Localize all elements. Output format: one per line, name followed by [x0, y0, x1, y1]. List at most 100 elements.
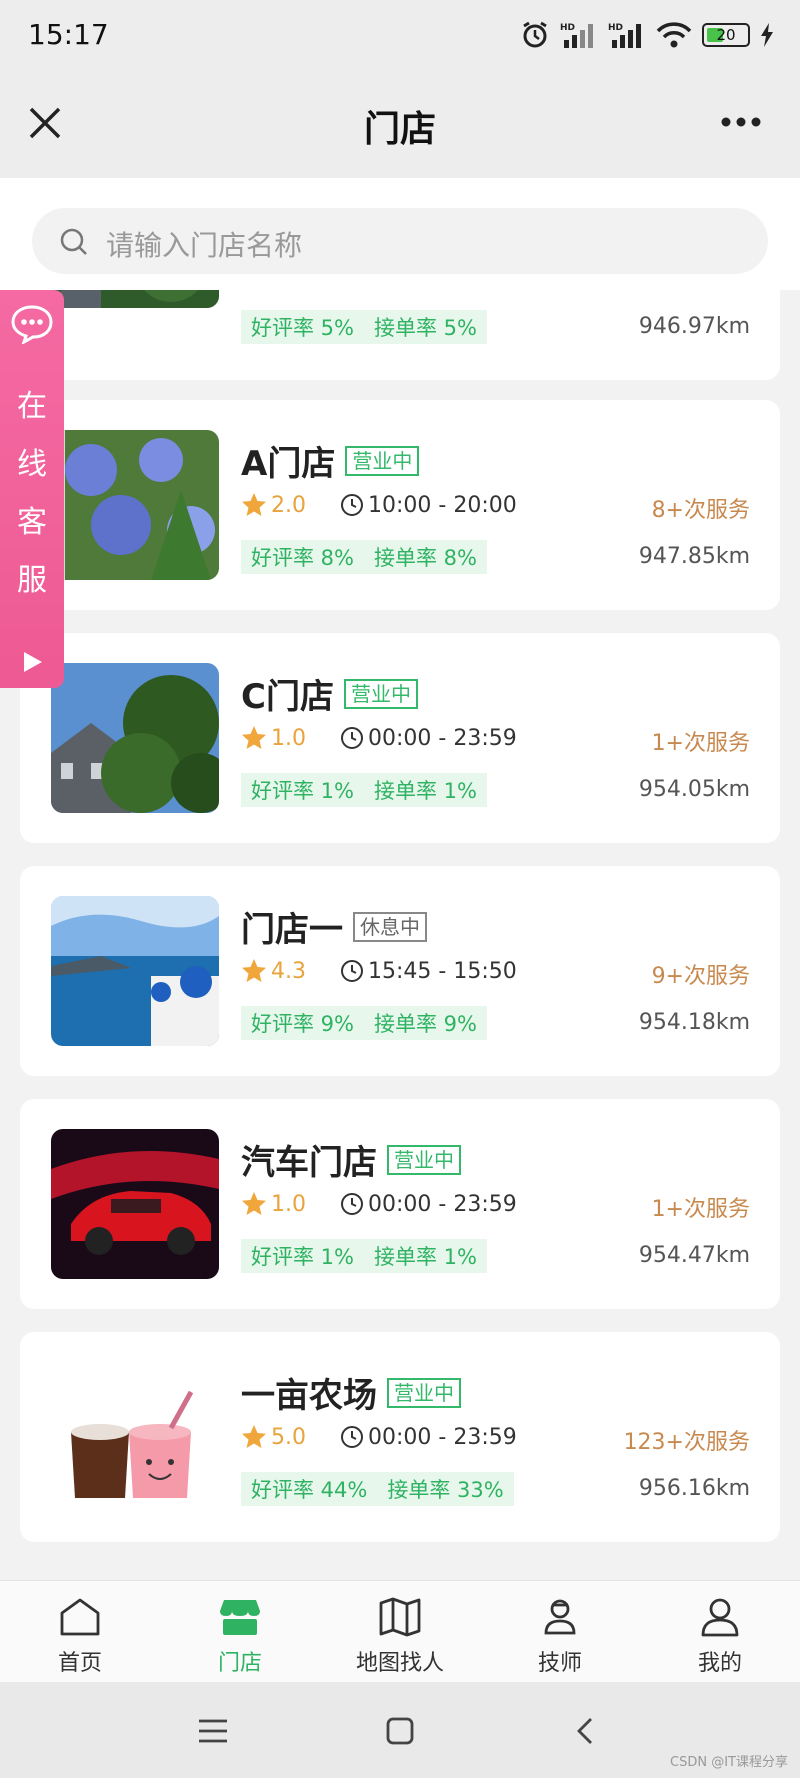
menu-icon[interactable]: [196, 1716, 230, 1746]
store-rating: 4.3: [271, 958, 306, 984]
rate-box: 好评率 44% 接单率 33%: [241, 1472, 514, 1506]
store-name: 门店一: [241, 910, 343, 950]
store-card[interactable]: C门店 营业中 1.0 00:00 - 23:59 1+次服务 好评率 1% 接…: [20, 633, 780, 843]
store-distance: 946.97km: [638, 314, 750, 339]
clock-icon: [341, 727, 363, 749]
store-info-row: 4.3 15:45 - 15:50: [241, 958, 517, 984]
store-thumbnail: [51, 1129, 219, 1279]
chat-bubble-icon: [11, 305, 53, 344]
charging-icon: [761, 23, 773, 47]
watermark: CSDN @IT课程分享: [670, 1755, 788, 1770]
status-badge: 休息中: [353, 911, 427, 942]
service-count: 8+次服务: [651, 498, 750, 523]
signal-icon: HD: [560, 23, 593, 48]
store-info-row: 1.0 00:00 - 23:59: [241, 1191, 517, 1217]
store-rating: 2.0: [271, 492, 306, 518]
star-icon: [242, 959, 266, 982]
search-icon: [60, 228, 87, 255]
good-rate: 好评率 1%: [251, 1245, 354, 1269]
search-input[interactable]: 请输入门店名称: [32, 208, 768, 274]
tab-store[interactable]: 门店: [160, 1581, 320, 1682]
service-count: 123+次服务: [623, 1430, 750, 1455]
store-thumbnail: [51, 1362, 219, 1512]
store-card[interactable]: 汽车门店 营业中 1.0 00:00 - 23:59 1+次服务 好评率 1% …: [20, 1099, 780, 1309]
service-char: 客: [17, 505, 47, 540]
star-icon: [242, 726, 266, 749]
accept-rate: 接单率 9%: [374, 1012, 477, 1036]
svg-text:HD: HD: [560, 23, 575, 33]
status-time: 15:17: [28, 18, 109, 51]
store-name-row: C门店 营业中: [241, 669, 418, 718]
good-rate: 好评率 8%: [251, 546, 354, 570]
accept-rate: 接单率 1%: [374, 1245, 477, 1269]
store-list: 好评率 5% 接单率 5% 946.97km A门店 营业中 2.0 10:00…: [0, 290, 800, 1580]
clock-icon: [341, 1193, 363, 1215]
more-icon[interactable]: [720, 116, 762, 128]
play-arrow-icon: [24, 652, 42, 672]
store-thumbnail: [51, 663, 219, 813]
service-count: 1+次服务: [651, 1197, 750, 1222]
service-count: 9+次服务: [651, 964, 750, 989]
store-card[interactable]: A门店 营业中 2.0 10:00 - 20:00 8+次服务 好评率 8% 接…: [20, 400, 780, 610]
store-info-row: 2.0 10:00 - 20:00: [241, 492, 517, 518]
status-badge: 营业中: [387, 1144, 461, 1175]
tab-technician[interactable]: 技师: [480, 1581, 640, 1682]
good-rate: 好评率 5%: [251, 316, 354, 340]
search-placeholder: 请输入门店名称: [106, 229, 303, 262]
store-rating: 1.0: [271, 725, 306, 751]
store-distance: 947.85km: [638, 544, 750, 569]
online-service-button[interactable]: 在 线 客 服: [0, 290, 64, 688]
good-rate: 好评率 44%: [251, 1478, 368, 1502]
store-card[interactable]: 一亩农场 营业中 5.0 00:00 - 23:59 123+次服务 好评率 4…: [20, 1332, 780, 1542]
home-button-icon[interactable]: [383, 1716, 417, 1746]
rate-box: 好评率 9% 接单率 9%: [241, 1006, 487, 1040]
store-hours: 00:00 - 23:59: [368, 1424, 517, 1450]
service-count: 1+次服务: [651, 731, 750, 756]
accept-rate: 接单率 1%: [374, 779, 477, 803]
clock-icon: [341, 960, 363, 982]
store-name-row: A门店 营业中: [241, 436, 420, 485]
tab-label: 地图找人: [355, 1651, 444, 1676]
accept-rate: 接单率 5%: [374, 316, 477, 340]
tab-label: 首页: [57, 1651, 102, 1676]
tab-profile[interactable]: 我的: [640, 1581, 800, 1682]
store-card[interactable]: 门店一 休息中 4.3 15:45 - 15:50 9+次服务 好评率 9% 接…: [20, 866, 780, 1076]
service-char: 线: [17, 447, 47, 482]
store-thumbnail: [51, 290, 219, 308]
status-bar: 15:17 HD HD 20: [0, 0, 800, 70]
rate-box: 好评率 1% 接单率 1%: [241, 773, 487, 807]
star-icon: [242, 1192, 266, 1215]
rate-box: 好评率 5% 接单率 5%: [241, 310, 487, 344]
store-card[interactable]: 好评率 5% 接单率 5% 946.97km: [20, 290, 780, 380]
online-service-label: 在 线 客 服: [14, 378, 50, 610]
service-char: 服: [17, 563, 47, 598]
status-icons: HD HD 20: [520, 20, 774, 50]
store-rating: 5.0: [271, 1424, 306, 1450]
wifi-icon: [656, 22, 692, 48]
nav-bar: 门店: [0, 70, 800, 178]
profile-icon: [701, 1598, 739, 1637]
rate-box: 好评率 8% 接单率 8%: [241, 540, 487, 574]
store-name: C门店: [241, 677, 334, 717]
tab-home[interactable]: 首页: [0, 1581, 160, 1682]
search-area: 请输入门店名称: [0, 178, 800, 290]
tab-map[interactable]: 地图找人: [320, 1581, 480, 1682]
tab-label: 我的: [697, 1651, 742, 1676]
store-name-row: 门店一 休息中: [241, 902, 427, 951]
store-distance: 954.18km: [638, 1010, 750, 1035]
rate-box: 好评率 1% 接单率 1%: [241, 1239, 487, 1273]
store-hours: 00:00 - 23:59: [368, 1191, 517, 1217]
system-nav-bar: CSDN @IT课程分享: [0, 1682, 800, 1778]
clock-icon: [341, 1426, 363, 1448]
store-info-row: 5.0 00:00 - 23:59: [241, 1424, 517, 1450]
store-hours: 10:00 - 20:00: [368, 492, 517, 518]
store-icon: [220, 1600, 260, 1635]
status-badge: 营业中: [345, 445, 420, 476]
svg-text:HD: HD: [608, 23, 623, 33]
map-icon: [379, 1597, 421, 1637]
back-icon[interactable]: [570, 1716, 604, 1746]
battery-level: 20: [716, 26, 736, 44]
store-hours: 15:45 - 15:50: [368, 958, 517, 984]
star-icon: [242, 493, 266, 516]
store-name-row: 汽车门店 营业中: [241, 1135, 461, 1184]
